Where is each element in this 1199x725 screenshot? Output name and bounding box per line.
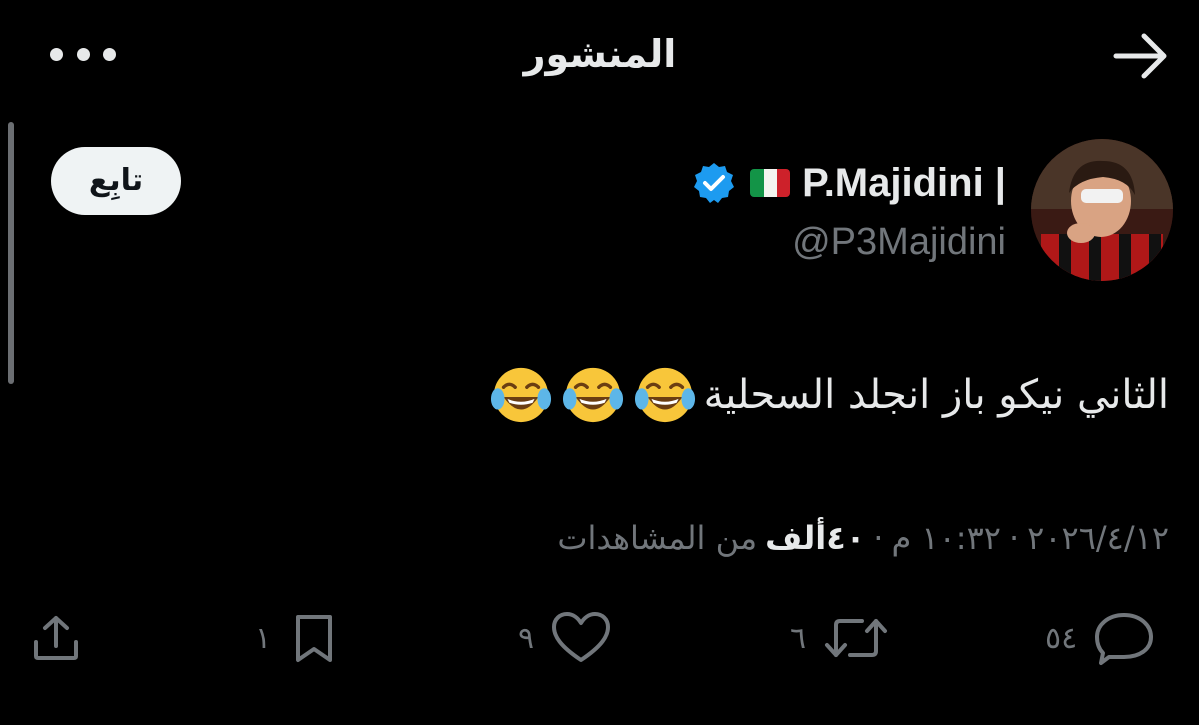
tears-of-joy-emoji-icon [634,367,695,423]
tweet-text: الثاني نيكو باز انجلد السحلية [703,372,1169,418]
verified-badge-icon [694,163,735,203]
avatar[interactable] [1031,139,1173,281]
views-count[interactable]: ٤٠ألف [765,519,865,557]
heart-icon [552,612,611,662]
italy-flag-icon [750,169,791,197]
share-icon [34,616,78,660]
reply-button[interactable]: ٥٤ [1045,598,1155,678]
tears-of-joy-emoji-icon [562,367,623,423]
action-bar: ١ ٩ ٦ ٥٤ [0,598,1199,678]
share-button[interactable] [30,598,82,678]
bookmark-button[interactable]: ١ [255,598,341,678]
tweet-time: ١٠:٣٢ م [891,519,1001,557]
meta-separator: · [873,519,884,557]
bookmark-icon [296,615,333,662]
scrollbar[interactable] [8,122,14,384]
repost-button[interactable]: ٦ [790,598,890,678]
author-handle[interactable]: @P3Majidini [792,216,1006,268]
meta-separator: · [1008,519,1020,557]
follow-button[interactable]: تابِع [51,147,181,215]
repost-count: ٦ [790,620,807,656]
views-label: من المشاهدات [557,519,758,557]
author-display-name: P.Majidini | [802,160,1006,205]
top-bar: المنشور [0,0,1199,110]
more-horizontal-icon[interactable] [50,42,116,66]
arrow-right-icon[interactable] [1108,30,1172,82]
reply-count: ٥٤ [1045,620,1078,656]
bookmark-count: ١ [255,620,272,656]
like-count: ٩ [518,620,535,656]
reply-icon [1095,613,1154,665]
author-name-row[interactable]: P.Majidini | [692,155,1006,211]
tweet-body: الثاني نيكو باز انجلد السحلية [480,360,1169,430]
page-title: المنشور [523,32,677,76]
repost-icon [825,619,888,657]
tears-of-joy-emoji-icon [490,367,551,423]
tweet-date: ٢٠٢٦/٤/١٢ [1027,519,1169,557]
like-button[interactable]: ٩ [518,598,612,678]
tweet-meta: ٢٠٢٦/٤/١٢ · ١٠:٣٢ م · ٤٠ألف من المشاهدات [549,510,1169,566]
